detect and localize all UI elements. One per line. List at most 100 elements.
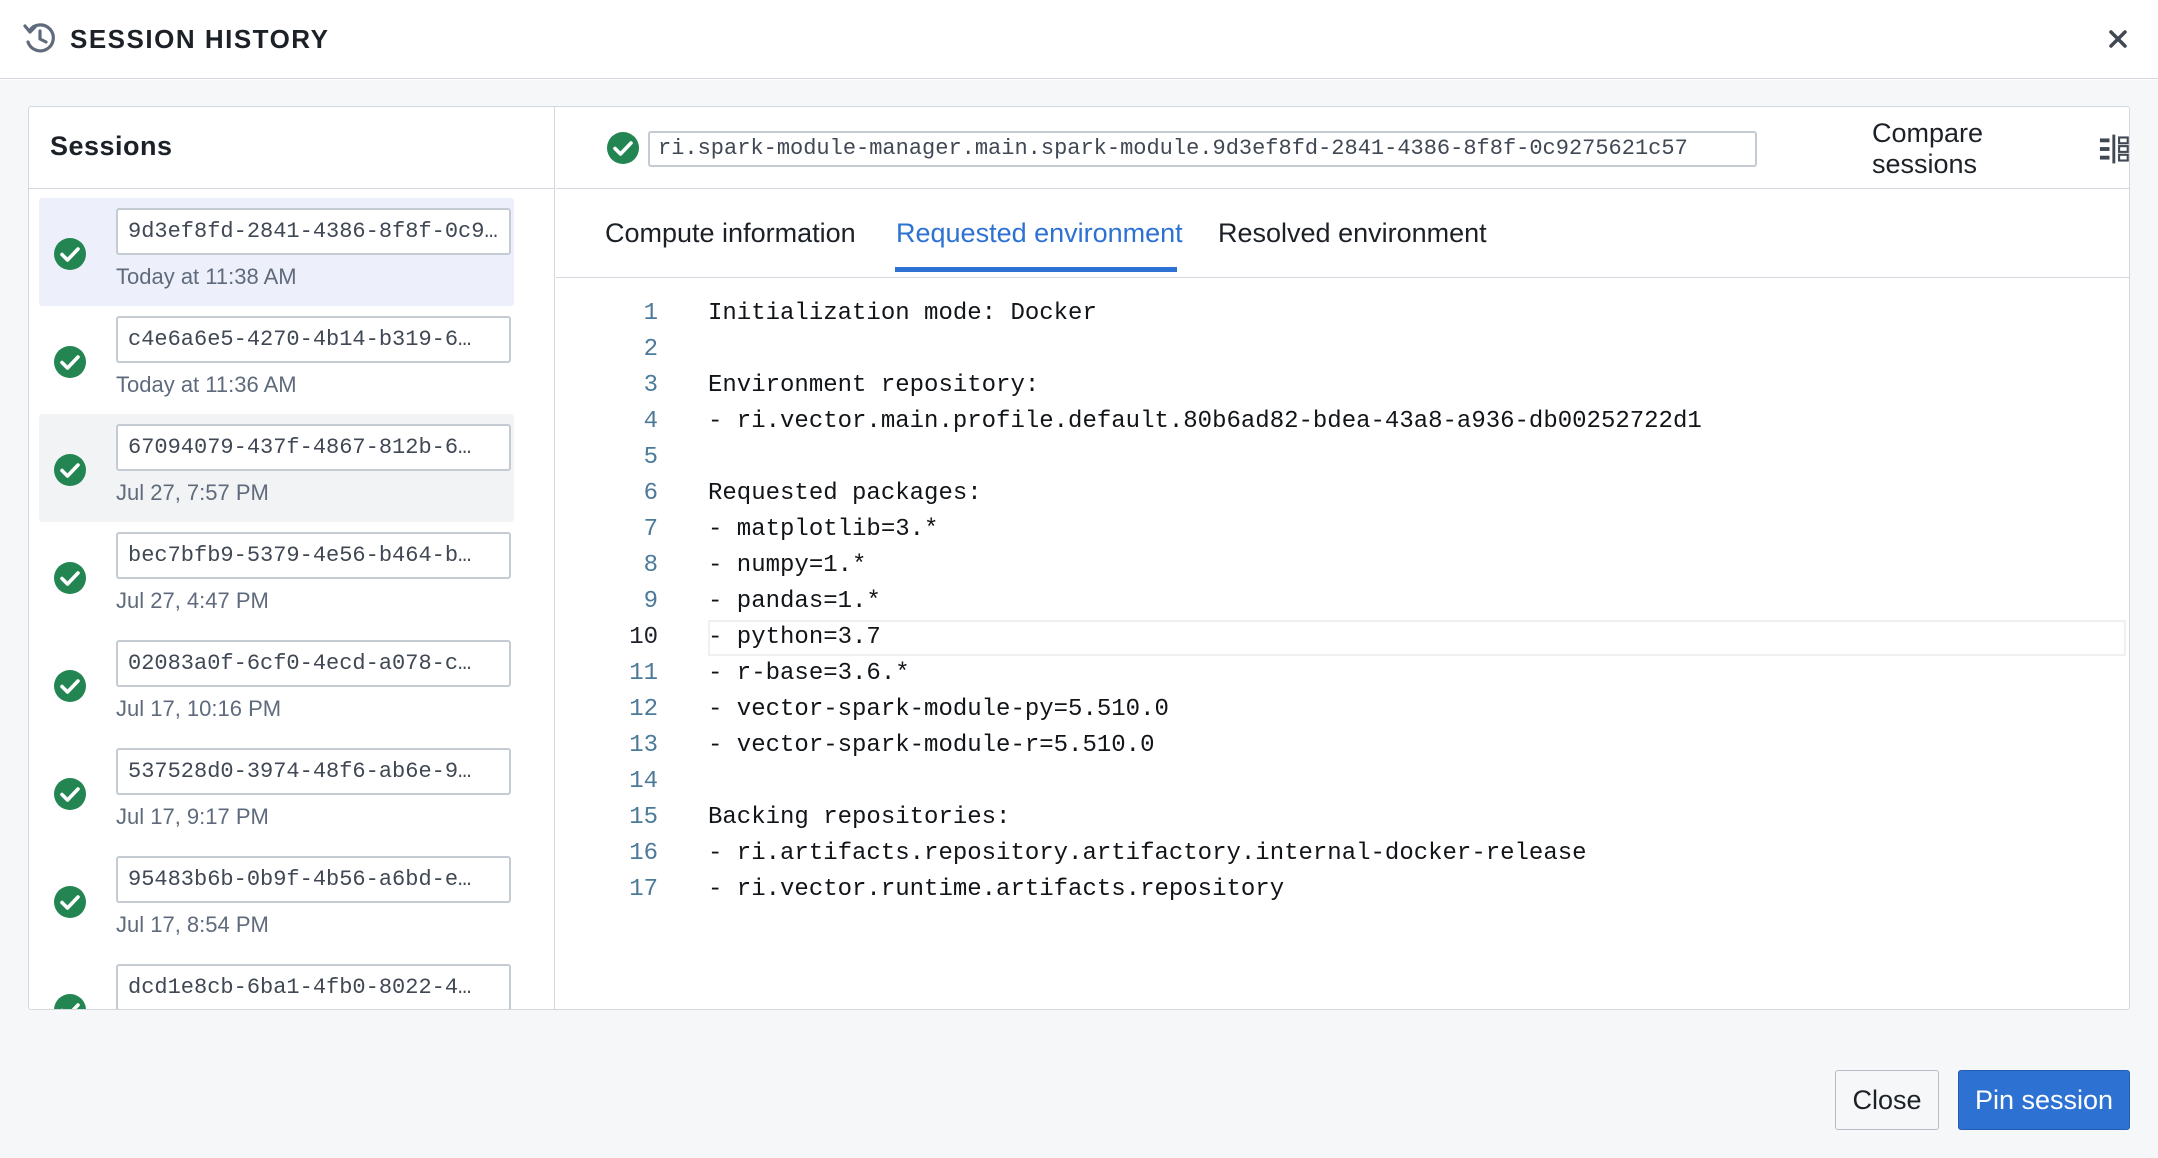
code-line-text: - python=3.7: [708, 624, 881, 651]
session-item[interactable]: bec7bfb9-5379-4e56-b464-b… Jul 27, 4:47 P…: [39, 522, 514, 630]
close-icon[interactable]: [2103, 24, 2133, 54]
session-item[interactable]: 95483b6b-0b9f-4b56-a6bd-e… Jul 17, 8:54 P…: [39, 846, 514, 954]
session-id-field[interactable]: 02083a0f-6cf0-4ecd-a078-c…: [116, 640, 511, 687]
line-number: 17: [629, 876, 658, 903]
code-line-text: - numpy=1.*: [708, 552, 867, 579]
line-number: 8: [643, 552, 658, 579]
code-line-text: Backing repositories:: [708, 804, 1011, 831]
line-number: 12: [629, 696, 658, 723]
code-editor[interactable]: 1 Initialization mode: Docker 2 3 Environmen…: [556, 279, 2129, 1009]
line-number: 11: [629, 660, 658, 687]
session-timestamp: Jul 17, 10:16 PM: [116, 696, 282, 721]
current-line-highlight: [708, 620, 2126, 656]
environment-tabs: Compute information Requested environmen…: [556, 190, 2129, 278]
code-line: 2: [556, 332, 2129, 368]
line-number: 7: [643, 516, 658, 543]
sessions-title: Sessions: [50, 131, 173, 161]
success-check-icon: [54, 562, 86, 594]
compare-sessions-button[interactable]: Compare sessions: [1872, 118, 2129, 179]
success-check-icon: [54, 886, 86, 918]
line-number: 1: [643, 300, 658, 327]
success-check-icon: [607, 132, 639, 164]
code-line-text: - vector-spark-module-r=5.510.0: [708, 732, 1155, 759]
session-id-field[interactable]: 67094079-437f-4867-812b-6…: [116, 424, 511, 471]
code-line-text: - ri.vector.main.profile.default.80b6ad8…: [708, 408, 1702, 435]
line-number: 2: [643, 336, 658, 363]
session-timestamp: Jul 27, 4:47 PM: [116, 588, 269, 613]
session-timestamp: Jul 27, 7:57 PM: [116, 480, 269, 505]
active-tab-indicator: [895, 267, 1177, 272]
success-check-icon: [54, 778, 86, 810]
session-item[interactable]: 02083a0f-6cf0-4ecd-a078-c… Jul 17, 10:16 …: [39, 630, 514, 738]
success-check-icon: [54, 238, 86, 270]
resource-id-field[interactable]: ri.spark-module-manager.main.spark-modul…: [648, 131, 1757, 167]
code-line: 12 - vector-spark-module-py=5.510.0: [556, 692, 2129, 728]
session-timestamp: Today at 11:36 AM: [116, 372, 297, 397]
dialog-title: SESSION HISTORY: [70, 24, 330, 54]
line-number: 3: [643, 372, 658, 399]
code-line: 16 - ri.artifacts.repository.artifactory.…: [556, 836, 2129, 872]
success-check-icon: [54, 454, 86, 486]
session-panel: Sessions 9d3ef8fd-2841-4386-8f8f-0c92756…: [28, 106, 2130, 1010]
code-line: 13 - vector-spark-module-r=5.510.0: [556, 728, 2129, 764]
sessions-header: Sessions: [29, 107, 555, 189]
close-button[interactable]: Close: [1835, 1070, 1939, 1130]
code-line-text: - r-base=3.6.*: [708, 660, 910, 687]
history-icon: [23, 23, 55, 53]
code-line-text: - pandas=1.*: [708, 588, 881, 615]
sessions-sidebar: Sessions 9d3ef8fd-2841-4386-8f8f-0c92756…: [29, 107, 578, 1009]
session-item[interactable]: dcd1e8cb-6ba1-4fb0-8022-4…: [39, 954, 514, 1009]
code-line-text: Environment repository:: [708, 372, 1040, 399]
session-item[interactable]: 537528d0-3974-48f6-ab6e-9… Jul 17, 9:17 P…: [39, 738, 514, 846]
session-list[interactable]: 9d3ef8fd-2841-4386-8f8f-0c9275621c57 Toda…: [29, 190, 555, 1009]
line-number: 9: [643, 588, 658, 615]
code-line: 11 - r-base=3.6.*: [556, 656, 2129, 692]
line-number: 6: [643, 480, 658, 507]
session-id-field[interactable]: 9d3ef8fd-2841-4386-8f8f-0c9275621c57: [116, 208, 511, 255]
session-detail: ri.spark-module-manager.main.spark-modul…: [556, 107, 2129, 1009]
code-line: 15 Backing repositories:: [556, 800, 2129, 836]
session-timestamp: Jul 17, 9:17 PM: [116, 804, 269, 829]
session-item[interactable]: 9d3ef8fd-2841-4386-8f8f-0c9275621c57 Toda…: [39, 198, 514, 306]
code-line-text: - vector-spark-module-py=5.510.0: [708, 696, 1169, 723]
session-timestamp: Jul 17, 8:54 PM: [116, 912, 269, 937]
tab-compute-information[interactable]: Compute information: [605, 218, 856, 249]
code-line: 7 - matplotlib=3.*: [556, 512, 2129, 548]
line-number: 13: [629, 732, 658, 759]
pin-session-button[interactable]: Pin session: [1958, 1070, 2130, 1130]
session-id-field[interactable]: 95483b6b-0b9f-4b56-a6bd-e…: [116, 856, 511, 903]
line-number: 4: [643, 408, 658, 435]
tab-resolved-environment[interactable]: Resolved environment: [1218, 218, 1487, 249]
code-line: 3 Environment repository:: [556, 368, 2129, 404]
success-check-icon: [54, 994, 86, 1009]
session-history-dialog: SESSION HISTORY Sessions 9d3ef8fd-2841-4…: [0, 0, 2158, 1158]
success-check-icon: [54, 346, 86, 378]
line-number: 5: [643, 444, 658, 471]
code-line-text: - ri.artifacts.repository.artifactory.in…: [708, 840, 1587, 867]
code-line-text: Requested packages:: [708, 480, 982, 507]
session-id-field[interactable]: 537528d0-3974-48f6-ab6e-9…: [116, 748, 511, 795]
code-line: 8 - numpy=1.*: [556, 548, 2129, 584]
code-line-text: - ri.vector.runtime.artifacts.repository: [708, 876, 1285, 903]
code-line-text: - matplotlib=3.*: [708, 516, 939, 543]
session-item[interactable]: 67094079-437f-4867-812b-6… Jul 27, 7:57 P…: [39, 414, 514, 522]
code-line-text: Initialization mode: Docker: [708, 300, 1097, 327]
session-item[interactable]: c4e6a6e5-4270-4b14-b319-6… Today at 11:36…: [39, 306, 514, 414]
line-number: 15: [629, 804, 658, 831]
session-id-field[interactable]: bec7bfb9-5379-4e56-b464-b…: [116, 532, 511, 579]
success-check-icon: [54, 670, 86, 702]
code-line: 14: [556, 764, 2129, 800]
session-timestamp: Today at 11:38 AM: [116, 264, 297, 289]
line-number: 16: [629, 840, 658, 867]
compare-columns-icon: [2100, 134, 2129, 164]
code-line: 1 Initialization mode: Docker: [556, 296, 2129, 332]
session-id-field[interactable]: dcd1e8cb-6ba1-4fb0-8022-4…: [116, 964, 511, 1009]
compare-sessions-label: Compare sessions: [1872, 118, 1984, 179]
code-line: 4 - ri.vector.main.profile.default.80b6ad…: [556, 404, 2129, 440]
session-detail-header: ri.spark-module-manager.main.spark-modul…: [556, 107, 2129, 189]
tab-requested-environment[interactable]: Requested environment: [896, 218, 1183, 249]
dialog-body: Sessions 9d3ef8fd-2841-4386-8f8f-0c92756…: [0, 80, 2158, 1015]
session-id-field[interactable]: c4e6a6e5-4270-4b14-b319-6…: [116, 316, 511, 363]
line-number: 10: [629, 624, 658, 651]
dialog-header: SESSION HISTORY: [0, 0, 2158, 79]
